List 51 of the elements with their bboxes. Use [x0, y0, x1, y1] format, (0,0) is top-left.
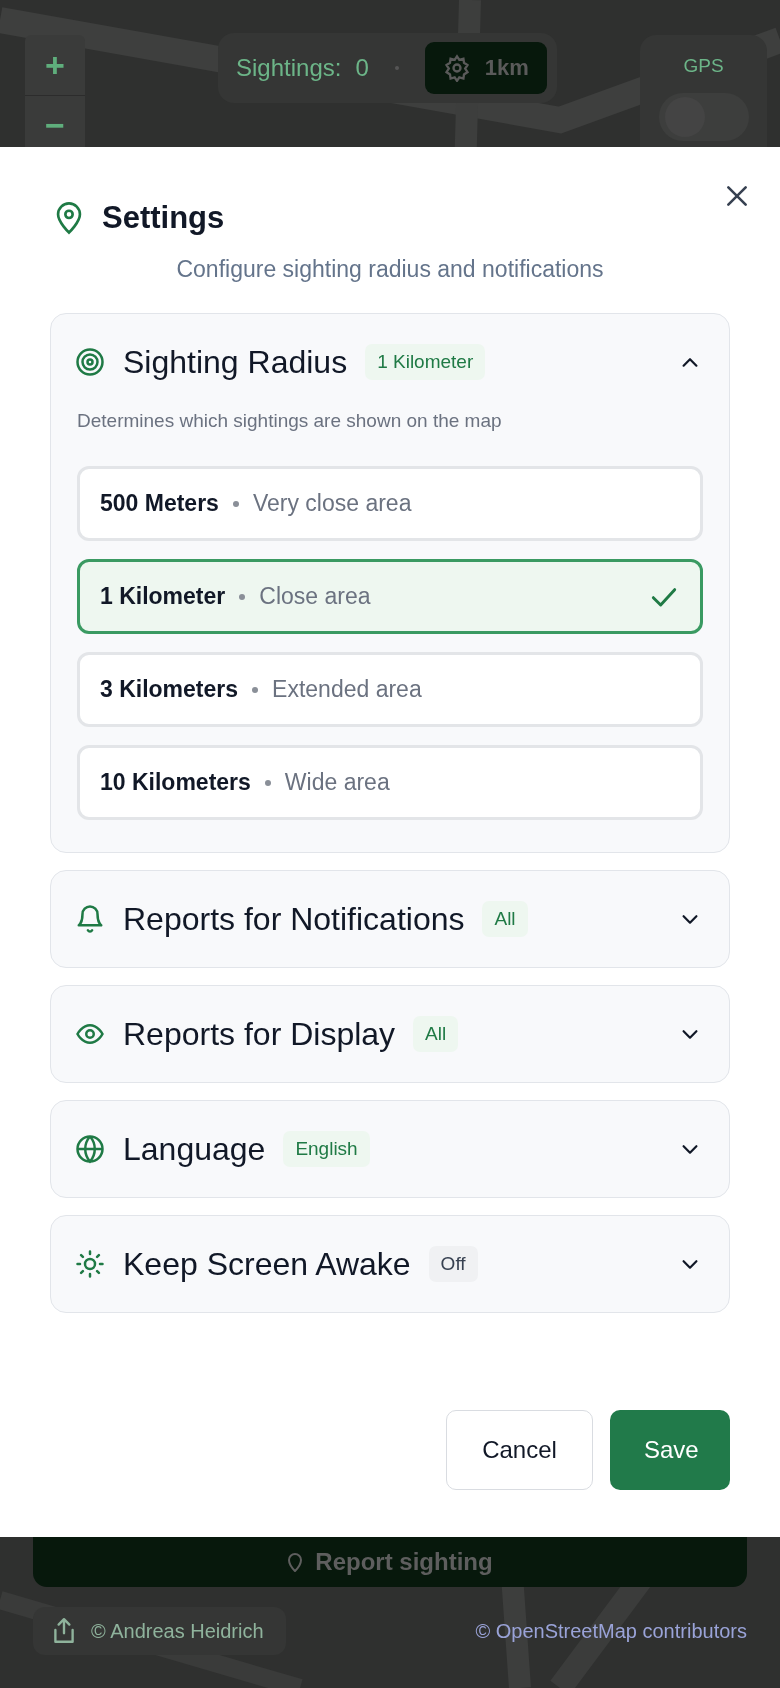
- separator-dot: [239, 593, 246, 600]
- credit-button[interactable]: © Andreas Heidrich: [33, 1607, 286, 1655]
- save-button[interactable]: Save: [610, 1410, 730, 1490]
- dialog-subtitle: Configure sighting radius and notifications: [175, 256, 605, 283]
- gear-icon: [442, 54, 471, 82]
- section-title: Sighting Radius: [123, 343, 348, 381]
- section-header[interactable]: Sighting Radius 1 Kilometer: [51, 314, 729, 410]
- option-label: 500 Meters: [100, 490, 219, 517]
- section-header[interactable]: Keep Screen Awake Off: [51, 1216, 729, 1312]
- separator-dot: [232, 500, 239, 507]
- gps-label: GPS: [683, 55, 724, 77]
- sightings-label: Sightings:: [236, 54, 342, 82]
- separator-dot: [264, 779, 271, 786]
- section-header[interactable]: Language English: [51, 1101, 729, 1197]
- radius-option[interactable]: 500 Meters Very close area: [77, 466, 703, 541]
- option-detail: Very close area: [252, 490, 412, 517]
- option-label: 3 Kilometers: [100, 676, 239, 703]
- value-badge: Off: [428, 1246, 478, 1282]
- option-detail: Extended area: [272, 676, 422, 703]
- value-badge: English: [283, 1131, 370, 1167]
- value-badge: 1 Kilometer: [365, 344, 486, 380]
- option-detail: Wide area: [284, 769, 390, 796]
- section-description: Determines which sightings are shown on the map: [77, 410, 503, 432]
- bell-icon: [75, 904, 105, 934]
- target-icon: [75, 347, 105, 377]
- option-detail: Close area: [259, 583, 371, 610]
- map-pin-icon: [54, 201, 84, 235]
- map-attribution[interactable]: © OpenStreetMap contributors: [475, 1619, 747, 1643]
- option-label: 1 Kilometer: [100, 583, 226, 610]
- value-badge: All: [482, 901, 528, 937]
- option-label: 10 Kilometers: [100, 769, 251, 796]
- cancel-button[interactable]: Cancel: [446, 1410, 593, 1490]
- separator-dot: [252, 686, 259, 693]
- zoom-in-button[interactable]: +: [25, 35, 85, 95]
- sun-icon: [75, 1249, 105, 1279]
- sightings-count: 0: [355, 54, 369, 82]
- globe-icon: [75, 1134, 105, 1164]
- value-badge: All: [413, 1016, 459, 1052]
- pin-icon: [287, 1552, 304, 1572]
- section-title: Language: [123, 1130, 266, 1168]
- close-icon[interactable]: [724, 183, 750, 209]
- section-title: Reports for Display: [123, 1015, 396, 1053]
- radius-option[interactable]: 10 Kilometers Wide area: [77, 745, 703, 820]
- section-title: Reports for Notifications: [123, 900, 465, 938]
- dialog-title: Settings: [102, 200, 225, 236]
- section-title: Keep Screen Awake: [123, 1245, 411, 1283]
- radius-option[interactable]: 1 Kilometer Close area: [77, 559, 703, 634]
- share-icon: [51, 1617, 77, 1645]
- section-header[interactable]: Reports for Display All: [51, 986, 729, 1082]
- section-header[interactable]: Reports for Notifications All: [51, 871, 729, 967]
- radius-option[interactable]: 3 Kilometers Extended area: [77, 652, 703, 727]
